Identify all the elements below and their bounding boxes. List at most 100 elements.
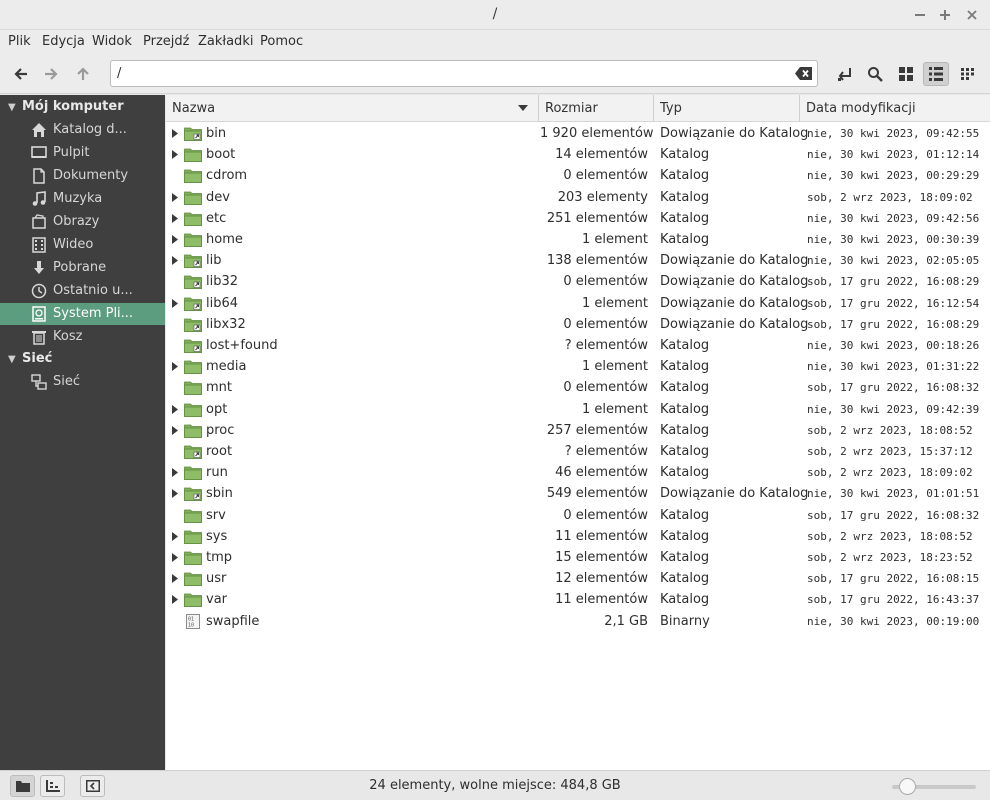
expander-triangle-icon[interactable] [172,362,178,372]
file-row[interactable]: 01 10 swapfile 2,1 GB Binarny nie, 30 kwi 202… [166,611,990,632]
sidebar-item-pictures[interactable]: Obrazy [0,211,165,233]
file-row[interactable]: lib64 1 element Dowiązanie do Katalog sob, … [166,293,990,314]
file-row[interactable]: cdrom 0 elementów Katalog nie, 30 kwi 2023,… [166,165,990,186]
file-name: swapfile [206,613,260,629]
back-button[interactable] [8,62,34,86]
clear-entry-icon[interactable] [795,66,813,81]
file-row[interactable]: home 1 element Katalog nie, 30 kwi 2023, 00… [166,229,990,250]
file-row[interactable]: proc 257 elementów Katalog sob, 2 wrz 2023,… [166,420,990,441]
menu-zakladki[interactable]: Zakładki [198,34,253,49]
list-view-button[interactable] [923,62,949,86]
folder-icon [184,445,202,459]
expander-triangle-icon[interactable] [172,595,178,605]
zoom-slider-handle[interactable] [898,778,916,795]
sidebar-item-desktop[interactable]: Pulpit [0,142,165,164]
search-button[interactable] [862,62,888,86]
close-button[interactable] [962,5,982,25]
compact-view-button[interactable] [955,62,981,86]
file-row[interactable]: etc 251 elementów Katalog nie, 30 kwi 2023,… [166,208,990,229]
file-row[interactable]: media 1 element Katalog nie, 30 kwi 2023, 0… [166,356,990,377]
sidebar-section-computer[interactable]: ▼ Mój komputer [8,99,124,119]
expander-triangle-icon[interactable] [172,574,178,584]
file-row[interactable]: lib32 0 elementów Dowiązanie do Katalog sob… [166,271,990,292]
minimize-button[interactable] [910,5,930,25]
forward-button[interactable] [38,62,64,86]
file-row[interactable]: root ? elementów Katalog sob, 2 wrz 2023, 1… [166,441,990,462]
sidebar-item-network[interactable]: Sieć [0,371,165,393]
menu-przejdz[interactable]: Przejdź [143,34,189,49]
maximize-button[interactable] [935,5,955,25]
sidebar-item-downloads[interactable]: Pobrane [0,257,165,279]
show-tree-button[interactable] [40,775,65,797]
menu-widok[interactable]: Widok [92,34,132,49]
file-row[interactable]: opt 1 element Katalog nie, 30 kwi 2023, 09:… [166,399,990,420]
column-header-type[interactable]: Typ [654,95,800,122]
folder-icon [184,466,202,481]
file-date: sob, 2 wrz 2023, 18:09:02 [807,190,973,204]
sidebar-item-filesystem[interactable]: System Pli... [0,303,165,325]
file-row[interactable]: libx32 0 elementów Dowiązanie do Katalog so… [166,314,990,335]
toggle-location-button[interactable] [832,62,858,86]
expander-triangle-icon[interactable] [172,150,178,160]
collapse-triangle-icon[interactable]: ▼ [8,102,22,113]
file-row[interactable]: var 11 elementów Katalog sob, 17 gru 2022, … [166,589,990,610]
file-list-view: Nazwa Rozmiar Typ Data modyfikacji bin 1 … [166,95,990,770]
sidebar-section-title: Mój komputer [22,99,124,114]
expander-triangle-icon[interactable] [172,213,178,223]
file-type: Dowiązanie do Katalog [660,486,809,502]
expander-triangle-icon[interactable] [172,129,178,138]
menu-plik[interactable]: Plik [8,34,31,49]
expander-triangle-icon[interactable] [172,192,178,202]
folder-icon [184,551,202,565]
up-button[interactable] [70,62,96,86]
hide-sidebar-button[interactable] [80,775,105,797]
file-row[interactable]: run 46 elementów Katalog sob, 2 wrz 2023, 1… [166,462,990,483]
icon-view-button[interactable] [893,62,919,86]
collapse-triangle-icon[interactable]: ▼ [8,354,22,365]
expander-triangle-icon[interactable] [172,489,178,499]
toggle-location-icon [838,68,851,81]
file-date: sob, 17 gru 2022, 16:43:37 [807,593,980,607]
file-row[interactable]: mnt 0 elementów Katalog sob, 17 gru 2022, 1… [166,377,990,398]
sidebar-item-recent[interactable]: Ostatnio u... [0,280,165,302]
file-row[interactable]: lib 138 elementów Dowiązanie do Katalog nie… [166,250,990,271]
sidebar-section-network[interactable]: ▼ Sieć [8,351,52,371]
column-header-name[interactable]: Nazwa [166,95,539,122]
expander-triangle-icon[interactable] [172,553,178,562]
file-size: 0 elementów [563,507,648,523]
file-size: ? elementów [564,444,648,459]
binary-file-icon: 0110 [186,613,200,629]
location-input[interactable]: / [117,66,121,81]
sidebar-item-video[interactable]: Wideo [0,234,165,256]
column-header-size[interactable]: Rozmiar [539,95,654,122]
file-row[interactable]: tmp 15 elementów Katalog sob, 2 wrz 2023, 1… [166,547,990,568]
menu-pomoc[interactable]: Pomoc [260,34,303,49]
column-header-date[interactable]: Data modyfikacji [800,95,990,122]
file-row[interactable]: usr 12 elementów Katalog sob, 17 gru 2022, … [166,568,990,589]
show-places-button[interactable] [10,775,35,797]
file-type: Katalog [660,465,710,481]
sidebar-item-music[interactable]: Muzyka [0,188,165,210]
expander-triangle-icon[interactable] [172,404,178,414]
file-row[interactable]: sys 11 elementów Katalog sob, 2 wrz 2023, 1… [166,526,990,547]
file-row[interactable]: dev 203 elementy Katalog sob, 2 wrz 2023, 1… [166,187,990,208]
sidebar-item-documents[interactable]: Dokumenty [0,165,165,187]
file-row[interactable]: boot 14 elementów Katalog nie, 30 kwi 2023,… [166,144,990,165]
file-row[interactable]: bin 1 920 elementów Dowiązanie do Katalog n… [166,123,990,144]
file-row[interactable]: sbin 549 elementów Dowiązanie do Katalog ni… [166,483,990,504]
file-row[interactable]: lost+found ? elementów Katalog nie, 30 kwi … [166,335,990,356]
expander-triangle-icon[interactable] [172,298,178,308]
location-bar[interactable]: / [110,60,818,87]
file-row[interactable]: srv 0 elementów Katalog sob, 17 gru 2022, 1… [166,505,990,526]
expander-triangle-icon[interactable] [172,468,178,478]
up-arrow-icon [77,67,89,80]
file-type: Katalog [660,444,710,459]
expander-triangle-icon[interactable] [172,235,178,244]
expander-triangle-icon[interactable] [172,425,178,435]
sidebar-item-trash[interactable]: Kosz [0,326,165,348]
expander-triangle-icon[interactable] [172,531,178,541]
sidebar-item-home[interactable]: Katalog d... [0,119,165,141]
expander-triangle-icon[interactable] [172,256,178,266]
file-type: Katalog [660,422,710,438]
menu-edycja[interactable]: Edycja [42,34,85,49]
